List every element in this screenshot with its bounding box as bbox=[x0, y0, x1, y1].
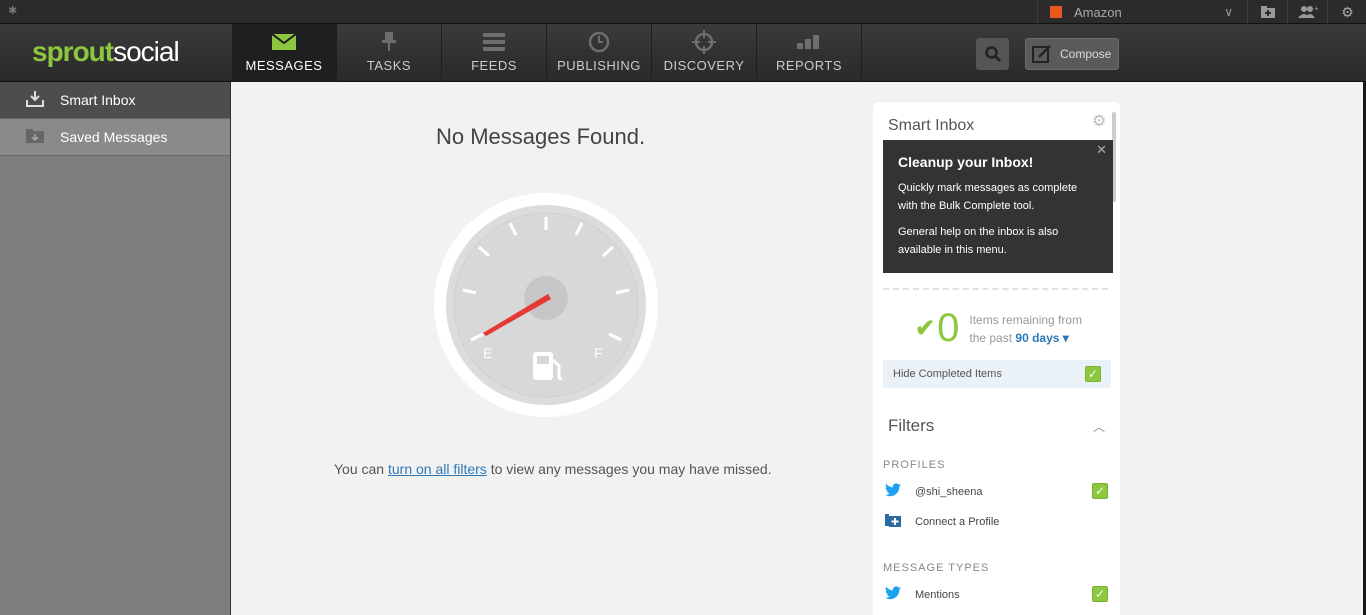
compose-icon bbox=[1032, 45, 1051, 63]
sidebar-item-saved-messages[interactable]: Saved Messages bbox=[0, 119, 230, 156]
chevron-down-icon: ∨ bbox=[1224, 5, 1233, 19]
clock-icon bbox=[588, 30, 610, 54]
cleanup-tooltip: ✕ Cleanup your Inbox! Quickly mark messa… bbox=[883, 140, 1113, 273]
account-name: Amazon bbox=[1074, 4, 1122, 20]
hide-completed-row[interactable]: Hide Completed Items bbox=[883, 360, 1111, 388]
svg-text:+: + bbox=[1314, 5, 1318, 13]
search-icon bbox=[984, 46, 1001, 62]
close-icon[interactable]: ✕ bbox=[1096, 142, 1107, 158]
compose-button[interactable]: Compose bbox=[1025, 38, 1119, 70]
search-button[interactable] bbox=[976, 38, 1009, 70]
filters-heading: Filters bbox=[888, 416, 935, 435]
hide-completed-checkbox[interactable]: ✓ bbox=[1085, 366, 1101, 382]
settings-icon[interactable]: ⚙ bbox=[1327, 0, 1366, 24]
nav-publishing[interactable]: PUBLISHING bbox=[547, 24, 652, 82]
pin-icon[interactable]: ✱ bbox=[8, 4, 17, 17]
page-title: No Messages Found. bbox=[436, 124, 646, 149]
remaining-text: Items remaining from the past 90 days ▾ bbox=[969, 312, 1083, 345]
main-content: No Messages Found. E F You can turn on a… bbox=[231, 82, 1363, 615]
divider bbox=[883, 288, 1108, 290]
profile-checkbox[interactable]: ✓ bbox=[1092, 483, 1108, 499]
main-nav: MESSAGES TASKS FEEDS PUBLISHING DISCOVER… bbox=[232, 24, 862, 82]
twitter-icon bbox=[885, 483, 905, 500]
gauge-empty-label: E bbox=[483, 345, 492, 361]
pin-icon bbox=[382, 30, 396, 54]
mentions-checkbox[interactable]: ✓ bbox=[1092, 586, 1108, 602]
sidebar: Smart Inbox Saved Messages bbox=[0, 82, 231, 615]
tooltip-text: General help on the inbox is also availa… bbox=[898, 226, 1059, 256]
sidebar-item-smart-inbox[interactable]: Smart Inbox bbox=[0, 82, 230, 119]
remaining-count: 0 bbox=[937, 306, 960, 350]
connect-profile-row[interactable]: Connect a Profile bbox=[885, 513, 999, 530]
mentions-row[interactable]: Mentions bbox=[885, 586, 960, 603]
inbox-icon bbox=[26, 90, 46, 110]
add-folder-icon[interactable] bbox=[1247, 0, 1287, 24]
message-types-section-label: MESSAGE TYPES bbox=[883, 562, 990, 574]
profile-row[interactable]: @shi_sheena bbox=[885, 483, 982, 500]
smart-inbox-panel: Smart Inbox ⚙ ✕ Cleanup your Inbox! Quic… bbox=[873, 102, 1120, 615]
account-selector[interactable]: Amazon ∨ bbox=[1037, 0, 1247, 24]
amazon-logo-icon bbox=[1050, 6, 1062, 18]
crosshair-icon bbox=[692, 30, 716, 54]
list-icon bbox=[483, 30, 505, 54]
envelope-icon bbox=[272, 30, 296, 54]
add-user-icon[interactable]: + bbox=[1287, 0, 1327, 24]
tooltip-text: Quickly mark messages as complete with t… bbox=[898, 182, 1078, 212]
nav-messages[interactable]: MESSAGES bbox=[232, 24, 337, 82]
turn-on-filters-link[interactable]: turn on all filters bbox=[388, 461, 487, 477]
add-profile-icon bbox=[885, 513, 905, 530]
gauge-full-label: F bbox=[594, 345, 603, 361]
panel-settings-icon[interactable]: ⚙ bbox=[1092, 111, 1106, 131]
profiles-section-label: PROFILES bbox=[883, 459, 946, 471]
nav-reports[interactable]: REPORTS bbox=[757, 24, 862, 82]
app-header: sproutsocial MESSAGES TASKS FEEDS PUBLIS… bbox=[0, 24, 1366, 82]
empty-gauge-illustration: E F bbox=[434, 193, 658, 417]
chevron-up-icon[interactable]: ︿ bbox=[1093, 418, 1105, 435]
nav-discovery[interactable]: DISCOVERY bbox=[652, 24, 757, 82]
nav-tasks[interactable]: TASKS bbox=[337, 24, 442, 82]
bar-chart-icon bbox=[797, 30, 821, 54]
checkmark-icon: ✔ bbox=[915, 315, 936, 342]
nav-feeds[interactable]: FEEDS bbox=[442, 24, 547, 82]
sprout-social-logo[interactable]: sproutsocial bbox=[32, 36, 180, 68]
period-dropdown[interactable]: 90 days ▾ bbox=[1015, 331, 1068, 345]
tooltip-title: Cleanup your Inbox! bbox=[898, 154, 1034, 170]
saved-folder-icon bbox=[26, 128, 46, 146]
panel-title: Smart Inbox bbox=[888, 117, 975, 134]
top-strip: ✱ Amazon ∨ + ⚙ bbox=[0, 0, 1366, 24]
remaining-items: ✔ 0 Items remaining from the past 90 day… bbox=[915, 306, 1082, 351]
filter-hint: You can turn on all filters to view any … bbox=[334, 461, 772, 477]
twitter-icon bbox=[885, 586, 905, 603]
